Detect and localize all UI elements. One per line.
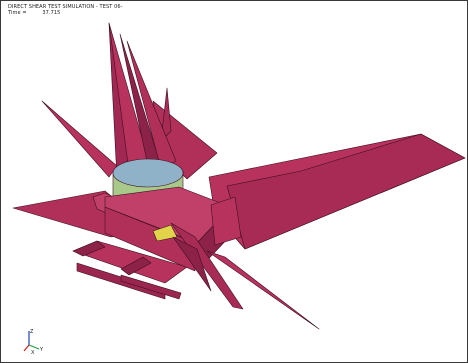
triad-x-label: X xyxy=(31,350,35,355)
axis-triad-icon: Z Y X xyxy=(19,325,53,356)
upper-left-spike xyxy=(41,100,118,178)
triad-y-label: Y xyxy=(39,347,44,353)
cylinder-top xyxy=(112,158,184,188)
deformed-model-render[interactable] xyxy=(1,1,467,362)
simulation-viewport[interactable]: DIRECT SHEAR TEST SIMULATION - TEST 06- … xyxy=(0,0,468,363)
triad-z-label: Z xyxy=(30,329,34,335)
